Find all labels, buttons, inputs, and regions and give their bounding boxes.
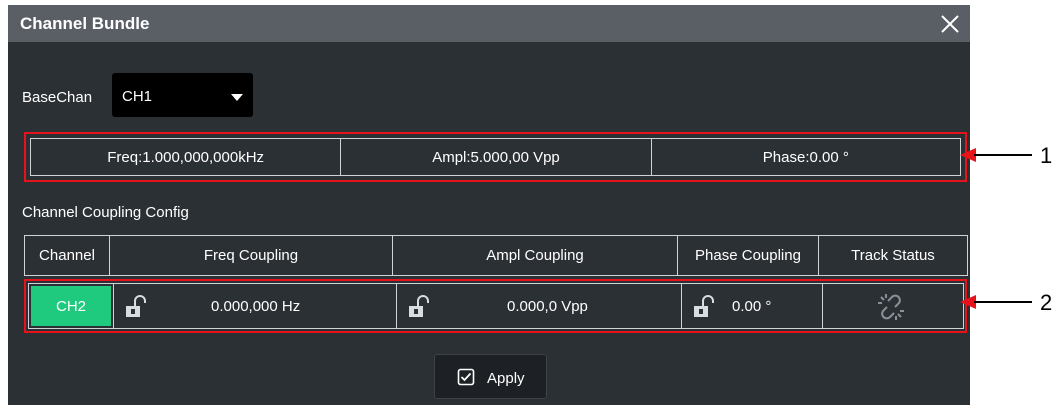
triangle-down-icon <box>230 90 244 108</box>
phase-field[interactable]: Phase:0.00 ° <box>652 139 960 175</box>
basechan-label: BaseChan <box>22 89 93 106</box>
basechan-dropdown[interactable]: CH1 <box>112 73 253 117</box>
checkbox-icon <box>457 368 475 391</box>
coupling-row-highlight: CH2 0.000,000 Hz 0.000,0 Vpp 0.00 ° <box>24 279 967 333</box>
table-row: CH2 0.000,000 Hz 0.000,0 Vpp 0.00 ° <box>28 283 964 329</box>
coupling-table-header: Channel Freq Coupling Ampl Coupling Phas… <box>24 235 968 276</box>
header-track-status: Track Status <box>851 247 935 264</box>
ampl-coupling-cell: 0.000,0 Vpp <box>397 284 682 328</box>
unlock-icon[interactable] <box>407 295 431 323</box>
phase-coupling-cell: 0.00 ° <box>682 284 823 328</box>
unlock-icon[interactable] <box>692 295 716 323</box>
callout-arrow-1 <box>960 148 1032 162</box>
ampl-field[interactable]: Ampl:5.000,00 Vpp <box>341 139 652 175</box>
callout-number-1: 1 <box>1040 143 1053 168</box>
close-icon[interactable] <box>935 9 965 39</box>
broken-link-icon[interactable] <box>876 293 906 325</box>
header-channel: Channel <box>25 236 110 275</box>
parameter-row-highlight: Freq:1.000,000,000kHz Ampl:5.000,00 Vpp … <box>24 132 967 182</box>
freq-coupling-value[interactable]: 0.000,000 Hz <box>211 298 300 315</box>
freq-field[interactable]: Freq:1.000,000,000kHz <box>31 139 342 175</box>
ampl-coupling-value[interactable]: 0.000,0 Vpp <box>507 298 588 315</box>
channel-badge[interactable]: CH2 <box>31 286 111 326</box>
title-bar: Channel Bundle <box>8 5 970 42</box>
apply-button[interactable]: Apply <box>434 354 547 399</box>
freq-coupling-cell: 0.000,000 Hz <box>114 284 397 328</box>
parameter-row: Freq:1.000,000,000kHz Ampl:5.000,00 Vpp … <box>30 138 961 176</box>
basechan-selected-value: CH1 <box>122 88 153 105</box>
channel-bundle-dialog: Channel Bundle BaseChan CH1 Freq:1.000,0… <box>8 5 970 405</box>
apply-label: Apply <box>487 370 525 387</box>
coupling-section-label: Channel Coupling Config <box>22 204 189 221</box>
header-ampl-coupling: Ampl Coupling <box>393 236 678 275</box>
dialog-title: Channel Bundle <box>20 14 150 33</box>
header-freq-coupling: Freq Coupling <box>110 236 393 275</box>
track-status-cell <box>823 284 963 328</box>
callout-arrow-2 <box>960 295 1032 309</box>
callout-number-2: 2 <box>1040 290 1053 315</box>
header-phase-coupling: Phase Coupling <box>678 236 819 275</box>
unlock-icon[interactable] <box>124 295 148 323</box>
phase-coupling-value[interactable]: 0.00 ° <box>732 298 771 315</box>
channel-cell: CH2 <box>29 284 114 328</box>
